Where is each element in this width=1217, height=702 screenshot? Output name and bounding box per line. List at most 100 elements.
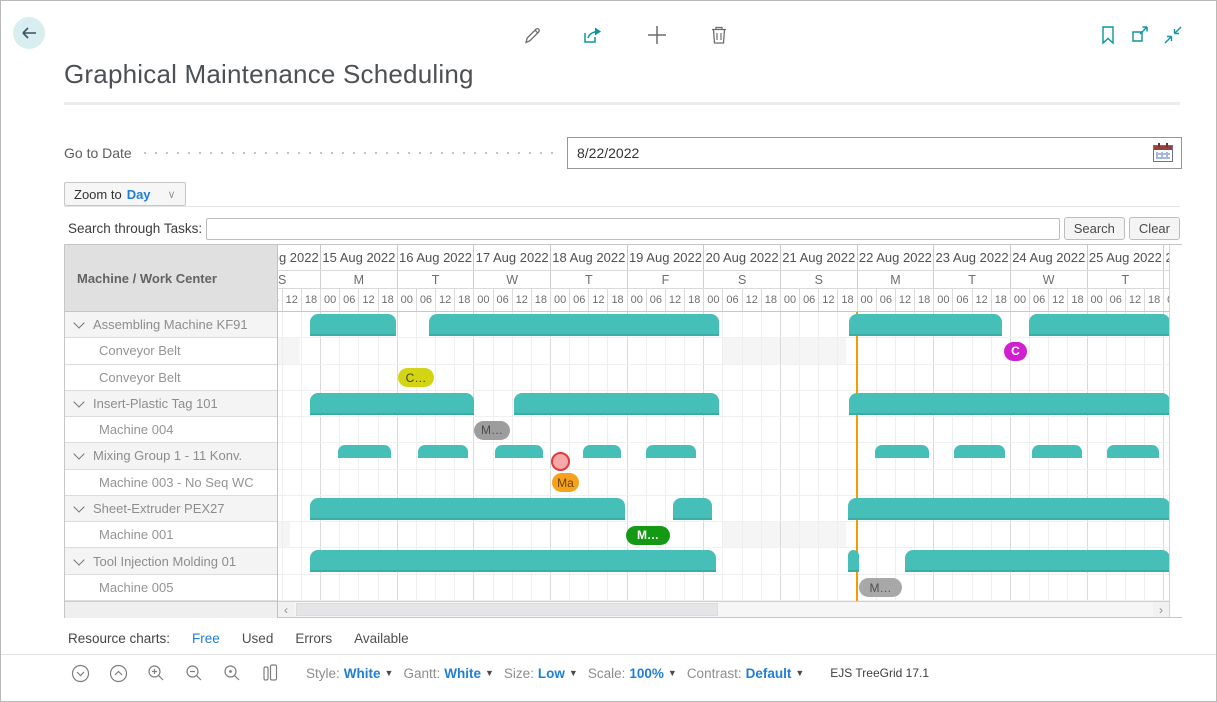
tree-row-label: Conveyor Belt (99, 370, 181, 385)
gantt-task-bar[interactable] (418, 445, 468, 458)
tree-row-10[interactable]: Tool Injection Molding 01 (65, 548, 277, 574)
gantt-task-bar[interactable] (849, 314, 1002, 336)
gantt-task-bar[interactable] (514, 393, 719, 415)
tree-row-1[interactable]: Assembling Machine KF91 (65, 312, 277, 338)
gantt-task-bar[interactable] (905, 550, 1169, 572)
gantt-task-bar[interactable] (848, 550, 859, 572)
gantt-task-bar[interactable] (583, 445, 621, 458)
size-select[interactable]: Size:Low▼ (504, 666, 578, 681)
gantt-task-bar[interactable] (495, 445, 543, 458)
tree-row-4[interactable]: Insert-Plastic Tag 101 (65, 391, 277, 417)
calendar-icon[interactable] (1153, 145, 1173, 162)
delete-button[interactable] (706, 22, 732, 48)
style-select[interactable]: Style:White▼ (306, 666, 393, 681)
date-header-cell: 24 Aug 2022 (1010, 245, 1087, 270)
back-button[interactable] (13, 17, 45, 49)
clear-button[interactable]: Clear (1129, 217, 1180, 240)
tree-expand-chevron-icon[interactable] (73, 317, 84, 328)
gantt-event-pill[interactable]: M… (474, 421, 510, 440)
resource-chart-link-used[interactable]: Used (242, 631, 274, 646)
collapse-all-button[interactable] (68, 661, 92, 685)
gantt-task-bar[interactable] (848, 498, 1169, 520)
gantt-task-bar[interactable] (1032, 445, 1082, 458)
tree-row-6[interactable]: Mixing Group 1 - 11 Konv. (65, 443, 277, 469)
gantt-task-bar[interactable] (1107, 445, 1159, 458)
zoom-in-icon (147, 664, 166, 683)
goto-date-input[interactable]: 8/22/2022 (567, 137, 1182, 169)
gantt-task-bar[interactable] (429, 314, 719, 336)
expand-all-icon (109, 664, 128, 683)
tree-row-3[interactable]: Conveyor Belt (65, 365, 277, 391)
tree-expand-chevron-icon[interactable] (73, 396, 84, 407)
scroll-right-arrow[interactable]: › (1153, 602, 1169, 617)
resource-chart-link-available[interactable]: Available (354, 631, 409, 646)
collapse-header-button[interactable] (1160, 22, 1186, 48)
tree-row-label: Assembling Machine KF91 (93, 317, 248, 332)
search-button[interactable]: Search (1064, 217, 1125, 240)
tree-row-8[interactable]: Sheet-Extruder PEX27 (65, 496, 277, 522)
gantt-task-bar[interactable] (673, 498, 712, 520)
open-window-button[interactable] (1127, 22, 1153, 48)
hour-header-cell: 06 (339, 289, 358, 311)
weekday-header-cell: T (397, 271, 474, 288)
hour-header-cell: 00 (1087, 289, 1106, 311)
row-gridline (278, 469, 1169, 470)
gantt-select[interactable]: Gantt:White▼ (403, 666, 493, 681)
weekday-header-cell: T (1087, 271, 1164, 288)
gantt-task-bar[interactable] (310, 550, 716, 572)
resource-chart-link-free[interactable]: Free (192, 631, 220, 646)
date-header-row: 14 Aug 202215 Aug 202216 Aug 202217 Aug … (278, 245, 1169, 271)
gantt-event-pill[interactable]: C (1004, 342, 1027, 361)
row-gridline (278, 547, 1169, 548)
resource-chart-link-errors[interactable]: Errors (295, 631, 332, 646)
expand-all-button[interactable] (106, 661, 130, 685)
gantt-task-bar[interactable] (338, 445, 391, 458)
zoom-out-button[interactable] (182, 661, 206, 685)
hour-header-cell: 06 (493, 289, 512, 311)
gantt-task-bar[interactable] (646, 445, 696, 458)
gantt-event-pill[interactable]: Ma (552, 473, 579, 492)
hour-header-cell: 18 (991, 289, 1010, 311)
hour-header-cell: 06 (722, 289, 741, 311)
gantt-task-bar[interactable] (310, 393, 474, 415)
gantt-task-bar[interactable] (954, 445, 1005, 458)
tree-row-2[interactable]: Conveyor Belt (65, 338, 277, 364)
zoom-reset-button[interactable] (220, 661, 244, 685)
scroll-left-arrow[interactable]: ‹ (278, 602, 294, 617)
zoom-to-select[interactable]: Zoom to Day ∨ (64, 182, 186, 206)
vertical-scrollbar[interactable] (1169, 245, 1182, 617)
scrollbar-thumb[interactable] (296, 603, 718, 616)
scale-select[interactable]: Scale:100%▼ (588, 666, 677, 681)
gantt-event-pill[interactable]: M… (626, 526, 670, 545)
tree-row-9[interactable]: Machine 001 (65, 522, 277, 548)
dropdown-arrow-icon: ▼ (485, 668, 494, 678)
tree-row-11[interactable]: Machine 005 (65, 575, 277, 601)
add-button[interactable] (644, 22, 670, 48)
hour-header-cell: 18 (454, 289, 473, 311)
gantt-event-pill[interactable]: C… (398, 368, 434, 387)
hour-header-row: 0006121800061218000612180006121800061218… (278, 289, 1169, 312)
tree-expand-chevron-icon[interactable] (73, 501, 84, 512)
share-button[interactable] (580, 22, 606, 48)
fit-columns-button[interactable] (258, 661, 282, 685)
gantt-task-bar[interactable] (310, 314, 396, 336)
edit-button[interactable] (519, 22, 545, 48)
hour-header-cell: 12 (282, 289, 301, 311)
hour-header-cell: 06 (952, 289, 971, 311)
tree-expand-chevron-icon[interactable] (73, 554, 84, 565)
tree-expand-chevron-icon[interactable] (73, 449, 84, 460)
tree-row-5[interactable]: Machine 004 (65, 417, 277, 443)
tree-column-header: Machine / Work Center (65, 245, 277, 312)
contrast-select[interactable]: Contrast:Default▼ (687, 666, 804, 681)
gantt-task-bar[interactable] (310, 498, 625, 520)
horizontal-scrollbar[interactable]: ‹› (278, 601, 1169, 617)
gantt-event-pill[interactable]: M… (859, 578, 902, 597)
gantt-task-bar[interactable] (875, 445, 929, 458)
search-input[interactable] (206, 218, 1060, 240)
tree-row-label: Insert-Plastic Tag 101 (93, 396, 218, 411)
tree-row-7[interactable]: Machine 003 - No Seq WC (65, 470, 277, 496)
bookmark-button[interactable] (1095, 22, 1121, 48)
zoom-in-button[interactable] (144, 661, 168, 685)
gantt-task-bar[interactable] (1029, 314, 1169, 336)
gantt-task-bar[interactable] (849, 393, 1169, 415)
